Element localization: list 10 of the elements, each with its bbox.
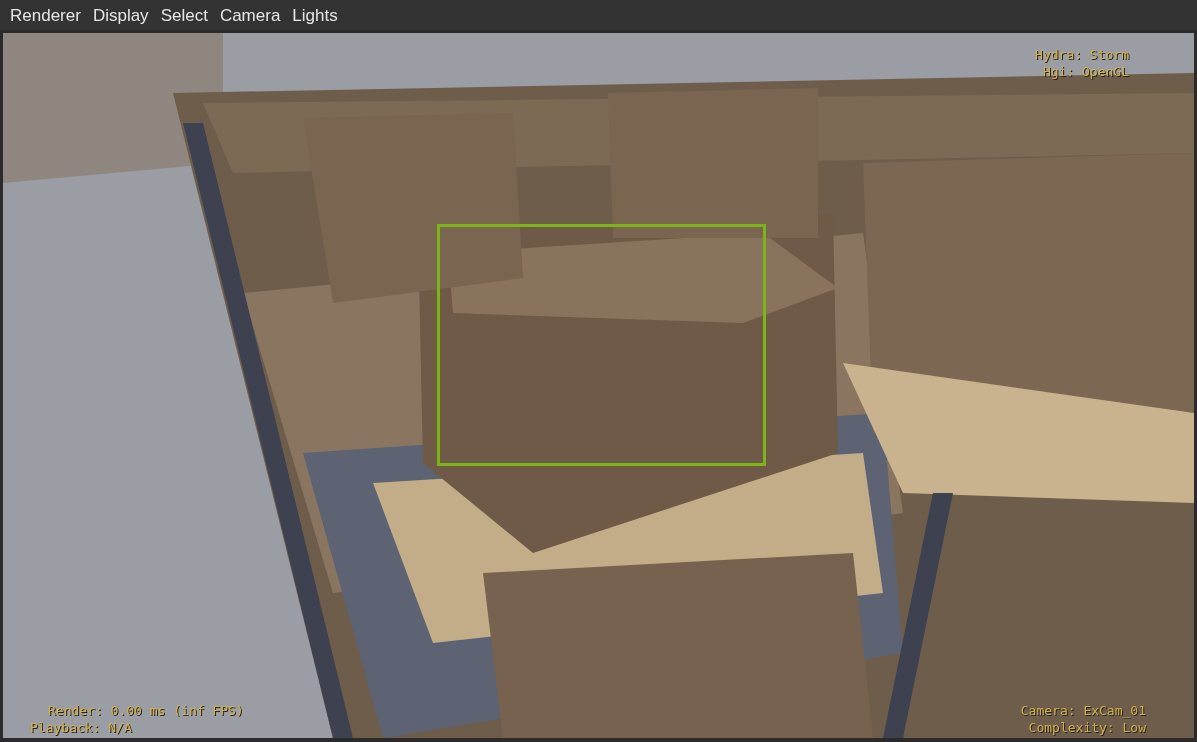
- menu-item[interactable]: Select: [160, 6, 208, 24]
- menu-item[interactable]: Lights: [292, 6, 338, 24]
- hud-text: Camera: ExCam_01: [1020, 702, 1146, 719]
- menu-item[interactable]: Renderer: [10, 6, 81, 24]
- menu-item[interactable]: Camera: [219, 6, 281, 24]
- hud-text: Render: 0.00 ms (inf FPS): [47, 702, 244, 719]
- hud-text: Hydra: Storm: [1035, 46, 1129, 63]
- hud-text: Complexity: Low: [1028, 719, 1146, 736]
- menu-item[interactable]: Display: [92, 6, 149, 24]
- hud-text: Playback: N/A: [30, 719, 133, 736]
